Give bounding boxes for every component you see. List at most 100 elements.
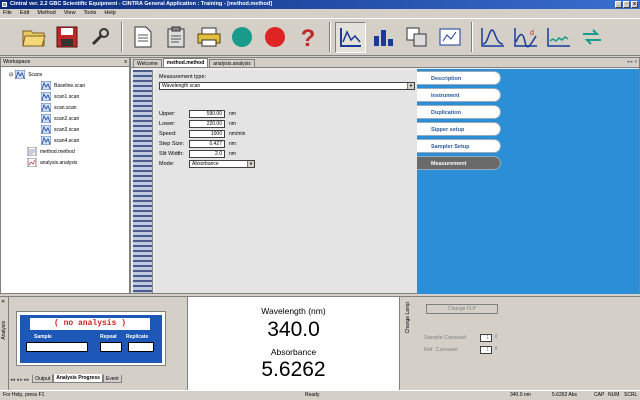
- tab-output[interactable]: Output: [32, 375, 54, 383]
- dropdown-arrow-icon[interactable]: ▼: [247, 161, 254, 167]
- peak-button[interactable]: [477, 22, 508, 53]
- tree-item-scan[interactable]: Baseline.scan: [1, 80, 129, 91]
- spin-arrows-icon[interactable]: ⇕: [494, 334, 498, 340]
- nav-tab-sampler-setup[interactable]: Sampler Setup: [417, 139, 501, 153]
- print-button[interactable]: [193, 22, 224, 53]
- svg-text:?: ?: [300, 25, 315, 49]
- tab-welcome[interactable]: Welcome: [133, 59, 162, 67]
- collapse-icon[interactable]: ⊟: [9, 72, 13, 78]
- tab-analysis[interactable]: analysis.analysis: [209, 59, 255, 67]
- replicate-cell: [128, 342, 154, 352]
- arrow-icon: [582, 29, 601, 45]
- wavelength-label: Wavelength (nm): [261, 306, 326, 316]
- lower-input[interactable]: 220.00: [189, 120, 225, 128]
- bottom-panel: ✕ Analysis ( no analysis ) Sample Repeat…: [0, 296, 640, 391]
- app-window: Cintral ver. 2.2 GBC Scientific Equipmen…: [0, 0, 640, 400]
- tree-item-scans[interactable]: ⊟ Scans: [1, 69, 129, 80]
- measurement-form: Measurement type: Wavelength scan ▼ Uppe…: [155, 70, 417, 293]
- slit-width-input[interactable]: 2.0: [189, 150, 225, 158]
- menu-edit[interactable]: Edit: [20, 9, 29, 18]
- step-size-input[interactable]: 0.427: [189, 140, 225, 148]
- paste-button[interactable]: [160, 22, 191, 53]
- close-button[interactable]: x: [631, 1, 638, 8]
- chart-view-button[interactable]: [368, 22, 399, 53]
- no-analysis-title: ( no analysis ): [30, 318, 150, 330]
- nav-tab-description[interactable]: Description: [417, 71, 501, 85]
- scan-view-button[interactable]: [335, 21, 366, 53]
- smooth-button[interactable]: [543, 22, 574, 53]
- tree-item-scan[interactable]: scan1.scan: [1, 91, 129, 102]
- mode-select[interactable]: Absorbance ▼: [189, 160, 255, 168]
- speed-label: Speed:: [159, 131, 177, 137]
- transfer-button[interactable]: [576, 22, 607, 53]
- tree-item-scan[interactable]: scan3.scan: [1, 124, 129, 135]
- restore-button[interactable]: ▫: [623, 1, 630, 8]
- ref-carousel-input[interactable]: 1: [480, 346, 492, 354]
- tree-label: method.method: [40, 148, 75, 155]
- menu-tools[interactable]: Tools: [84, 9, 97, 18]
- tab-method[interactable]: method.method: [162, 58, 209, 67]
- svg-text:d: d: [530, 30, 534, 37]
- tree-item-scan[interactable]: scan.scan: [1, 102, 129, 113]
- save-button[interactable]: [51, 22, 82, 53]
- tab-analysis-progress[interactable]: Analysis Progress: [53, 374, 103, 383]
- nav-tab-measurement[interactable]: Measurement: [417, 156, 501, 170]
- derivative-icon: d: [513, 28, 537, 48]
- tree-item-scan[interactable]: scan2.scan: [1, 113, 129, 124]
- open-folder-icon: [21, 30, 46, 47]
- nav-tab-duplication[interactable]: Duplication: [417, 105, 501, 119]
- title-bar: Cintral ver. 2.2 GBC Scientific Equipmen…: [0, 0, 640, 9]
- change-flp-button[interactable]: Change FLP: [426, 304, 498, 314]
- start-button[interactable]: [226, 22, 257, 53]
- tree-item-method[interactable]: method.method: [1, 146, 129, 157]
- nav-tab-sipper-setup[interactable]: Sipper setup: [417, 122, 501, 136]
- tree-item-analysis[interactable]: analysis.analysis: [1, 157, 129, 168]
- scan-file-icon: [41, 81, 51, 90]
- wavelength-value: 340.0: [267, 318, 320, 341]
- upper-input[interactable]: 590.00: [189, 110, 225, 118]
- tree-label: scan2.scan: [54, 115, 80, 122]
- nav-tab-instrument[interactable]: Instrument: [417, 88, 501, 102]
- tree-item-scan[interactable]: scan4.scan: [1, 135, 129, 146]
- report-button[interactable]: [434, 22, 465, 53]
- tree-label: scan1.scan: [54, 93, 80, 100]
- menu-view[interactable]: View: [64, 9, 76, 18]
- menu-file[interactable]: File: [3, 9, 12, 18]
- wrench-icon: [91, 28, 109, 46]
- measurement-type-select[interactable]: Wavelength scan ▼: [159, 82, 415, 90]
- document-tabs: Welcome method.method analysis.analysis …: [131, 58, 639, 68]
- properties-button[interactable]: [84, 22, 115, 53]
- analysis-progress-panel: ( no analysis ) Sample Repeat Replicate: [16, 311, 166, 366]
- status-ready: Ready: [305, 392, 320, 398]
- step-size-label: Step Size:: [159, 141, 185, 147]
- status-num: NUM: [608, 392, 620, 398]
- copy-button[interactable]: [127, 22, 158, 53]
- derivative-button[interactable]: d: [510, 22, 541, 53]
- tab-nav-arrows-icon[interactable]: ◂◂ ◂ ▸ ▸▸: [10, 377, 29, 383]
- dropdown-arrow-icon[interactable]: ▼: [407, 83, 414, 89]
- tab-scroll-arrows-icon[interactable]: ◂ ▸ x: [627, 59, 637, 65]
- readout-panel: Wavelength (nm) 340.0 Absorbance 5.6262: [187, 297, 400, 391]
- spin-arrows-icon[interactable]: ⇕: [494, 346, 498, 352]
- pin-icon[interactable]: ✕: [1, 299, 5, 305]
- smooth-icon: [546, 28, 570, 47]
- mode-label: Mode:: [159, 161, 175, 167]
- menu-method[interactable]: Method: [37, 9, 55, 18]
- speed-input[interactable]: 1000: [189, 130, 225, 138]
- sample-column-header: Sample: [34, 334, 52, 340]
- workspace-close-button[interactable]: x: [124, 58, 127, 67]
- method-file-icon: [27, 147, 37, 156]
- open-button[interactable]: [18, 22, 49, 53]
- minimize-button[interactable]: _: [615, 1, 622, 8]
- red-circle-icon: [264, 27, 285, 47]
- analysis-side-bar: ✕ Analysis: [0, 297, 9, 391]
- sample-carousel-input[interactable]: 1: [480, 334, 492, 342]
- green-circle-icon: [231, 27, 252, 47]
- help-button[interactable]: ?: [292, 22, 323, 53]
- stop-button[interactable]: [259, 22, 290, 53]
- workspace-tree: ⊟ Scans Baseline.scan scan1.scan scan.sc…: [1, 67, 129, 168]
- replicate-column-header: Replicate: [126, 334, 149, 340]
- compare-button[interactable]: [401, 22, 432, 53]
- menu-help[interactable]: Help: [104, 9, 115, 18]
- tab-event[interactable]: Event: [102, 375, 122, 383]
